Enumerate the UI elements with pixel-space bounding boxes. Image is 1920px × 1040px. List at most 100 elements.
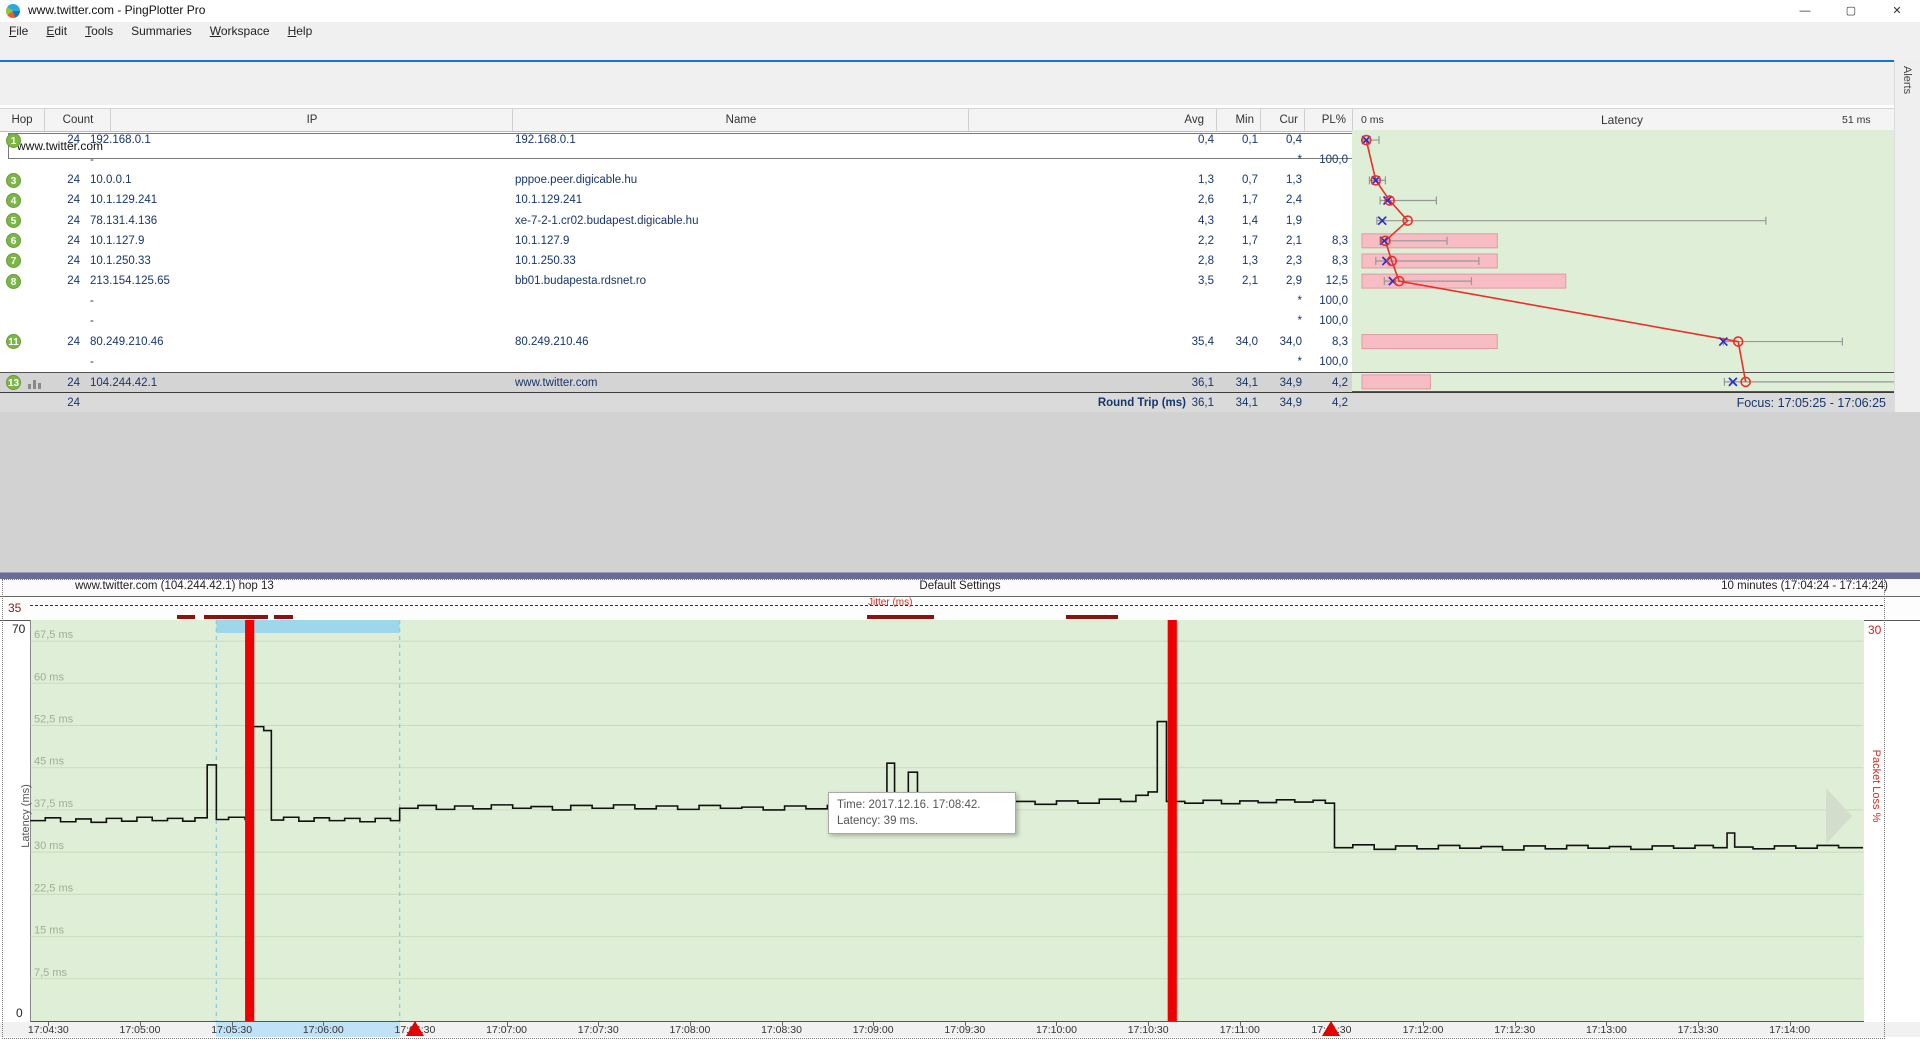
summary-pl: 4,2	[1332, 397, 1348, 409]
title-bar: www.twitter.com - PingPlotter Pro — ▢ ✕	[0, 0, 1920, 23]
pingplotter-window: www.twitter.com - PingPlotter Pro — ▢ ✕ …	[0, 0, 1920, 1040]
pl-cell: 100,0	[1319, 355, 1348, 368]
ip-cell: 80.249.210.46	[90, 335, 164, 348]
cur-cell: 2,3	[1286, 254, 1302, 267]
hop-number-badge: 7	[6, 253, 21, 269]
avg-cell: 35,4	[1191, 335, 1214, 348]
close-button[interactable]: ✕	[1874, 0, 1920, 22]
pane-splitter[interactable]	[0, 572, 1920, 579]
ip-cell: -	[90, 154, 94, 167]
min-cell: 0,1	[1242, 134, 1258, 146]
menu-bar: File Edit Tools Summaries Workspace Help	[0, 22, 1920, 38]
pl-cell: 4,2	[1332, 376, 1348, 389]
cur-cell: 2,1	[1286, 234, 1302, 247]
col-header-pl[interactable]: PL%	[1304, 109, 1352, 131]
cur-cell: *	[1297, 315, 1302, 328]
latency-axis-max-label: 51 ms	[1842, 114, 1871, 126]
count-cell: 24	[67, 174, 80, 187]
menu-workspace[interactable]: Workspace	[201, 23, 279, 39]
ip-cell: 213.154.125.65	[90, 275, 170, 288]
min-cell: 1,3	[1242, 254, 1258, 267]
ip-cell: -	[90, 295, 94, 308]
cur-cell: 1,3	[1286, 174, 1302, 187]
pl-cell: 8,3	[1332, 335, 1348, 348]
min-cell: 34,1	[1235, 376, 1258, 389]
latency-tooltip: Time: 2017.12.16. 17:08:42. Latency: 39 …	[828, 792, 1016, 834]
pl-cell: 100,0	[1319, 295, 1348, 308]
ip-cell: -	[90, 355, 94, 368]
count-cell: 24	[67, 254, 80, 267]
pl-cell: 100,0	[1319, 315, 1348, 328]
avg-cell: 2,8	[1198, 254, 1214, 267]
cur-cell: 0,4	[1286, 134, 1302, 146]
avg-cell: 4,3	[1198, 214, 1214, 227]
count-cell: 24	[67, 234, 80, 247]
hop-number-badge: 11	[6, 334, 21, 349]
packet-loss-bar	[1361, 334, 1498, 350]
summary-focus-range: Focus: 17:05:25 - 17:06:25	[1736, 396, 1886, 410]
min-cell: 1,7	[1242, 234, 1258, 247]
hop-number-badge: 13	[6, 375, 21, 391]
menu-file[interactable]: File	[0, 23, 37, 39]
col-header-min[interactable]: Min	[1216, 109, 1260, 131]
avg-cell: 0,4	[1198, 134, 1214, 146]
hop-number-badge: 3	[6, 172, 21, 188]
timeline-graph-icon	[28, 379, 42, 389]
hop-number-badge: 6	[6, 233, 21, 249]
pl-cell: 8,3	[1332, 254, 1348, 267]
count-cell: 24	[67, 335, 80, 348]
min-cell: 34,0	[1235, 335, 1258, 348]
col-header-avg[interactable]: Avg	[968, 109, 1216, 131]
empty-area	[0, 412, 1920, 572]
ip-cell: 192.168.0.1	[90, 134, 151, 146]
menu-tools[interactable]: Tools	[76, 23, 122, 39]
avg-cell: 1,3	[1198, 174, 1214, 187]
pl-cell: 8,3	[1332, 234, 1348, 247]
ip-cell: 78.131.4.136	[90, 214, 158, 227]
avg-cell: 36,1	[1191, 376, 1214, 389]
name-cell: pppoe.peer.digicable.hu	[515, 174, 638, 187]
summary-label: Round Trip (ms)	[1097, 397, 1186, 409]
tab-bar: ≡ All Targets✖ www.twitter.com✔ + ◂ ▸ ▾	[0, 38, 1920, 98]
hop-number-badge: 8	[6, 273, 21, 289]
avg-cell: 2,2	[1198, 234, 1214, 247]
summary-cur: 34,9	[1279, 397, 1302, 409]
maximize-button[interactable]: ▢	[1828, 0, 1874, 22]
menu-edit[interactable]: Edit	[37, 23, 76, 39]
ip-cell: 104.244.42.1	[90, 376, 158, 389]
hop-latency-chart	[1360, 134, 1894, 390]
summary-avg: 36,1	[1191, 397, 1214, 409]
summary-min: 34,1	[1235, 397, 1258, 409]
col-header-hop[interactable]: Hop	[0, 109, 44, 131]
min-cell: 1,4	[1242, 214, 1258, 227]
col-header-count[interactable]: Count	[44, 109, 111, 131]
minimize-button[interactable]: —	[1782, 0, 1828, 22]
col-header-cur[interactable]: Cur	[1260, 109, 1304, 131]
count-cell: 24	[67, 134, 80, 146]
min-cell: 1,7	[1242, 194, 1258, 207]
col-header-name[interactable]: Name	[512, 109, 969, 131]
trace-table-header: Hop Count IP Name Avg Min Cur PL% 0 ms L…	[0, 108, 1894, 132]
packet-loss-bar	[1361, 374, 1431, 390]
name-cell: 10.1.250.33	[515, 254, 576, 267]
name-cell: www.twitter.com	[515, 376, 598, 389]
ip-cell: 10.1.250.33	[90, 254, 151, 267]
hop-number-badge: 1	[6, 132, 21, 148]
count-cell: 24	[67, 214, 80, 227]
hop-number-badge: 5	[6, 213, 21, 229]
name-cell: 10.1.129.241	[515, 194, 583, 207]
ip-cell: 10.1.129.241	[90, 194, 158, 207]
name-cell: xe-7-2-1.cr02.budapest.digicable.hu	[515, 214, 699, 227]
count-cell: 24	[67, 275, 80, 288]
name-cell: 192.168.0.1	[515, 134, 576, 146]
avg-cell: 2,6	[1198, 194, 1214, 207]
app-icon	[6, 4, 20, 18]
menu-summaries[interactable]: Summaries	[122, 23, 201, 39]
col-header-ip[interactable]: IP	[110, 109, 513, 131]
cur-cell: 2,4	[1286, 194, 1302, 207]
window-title: www.twitter.com - PingPlotter Pro	[28, 3, 206, 17]
col-header-latency[interactable]: Latency	[1402, 109, 1842, 131]
ip-cell: 10.1.127.9	[90, 234, 145, 247]
count-cell: 24	[67, 376, 80, 389]
menu-help[interactable]: Help	[279, 23, 322, 39]
